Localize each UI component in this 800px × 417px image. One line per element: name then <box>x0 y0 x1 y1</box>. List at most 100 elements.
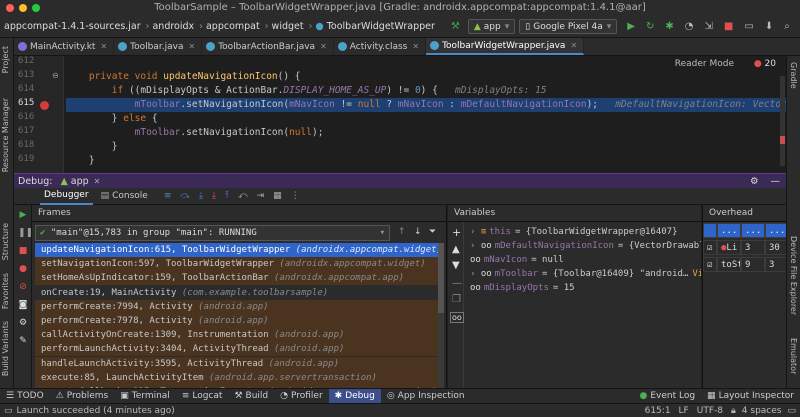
todo-tool-button[interactable]: ☰ TODO <box>0 389 50 404</box>
breadcrumb-appcompat[interactable]: appcompat <box>206 21 260 32</box>
settings-icon[interactable]: ⚙ <box>750 176 759 187</box>
terminal-tool-button[interactable]: ▣ Terminal <box>114 389 176 404</box>
build-variants-tool-tab[interactable]: Build Variants <box>1 321 10 376</box>
drop-frame-icon[interactable]: ⤺ <box>238 191 248 201</box>
step-into-icon[interactable]: ⤓ <box>199 191 203 201</box>
frame-row[interactable]: performCreate:7978, Activity (android.ap… <box>35 314 438 328</box>
close-icon[interactable]: ✕ <box>570 41 577 50</box>
hammer-icon[interactable]: ⚒ <box>447 19 464 35</box>
minimize-window-icon[interactable] <box>19 4 27 12</box>
run-config-select[interactable]: ▲ app ▾ <box>467 19 516 34</box>
file-encoding[interactable]: UTF-8 <box>697 406 723 416</box>
up-icon[interactable]: ▲ <box>452 244 460 255</box>
expand-arrow-icon[interactable]: › <box>470 269 481 279</box>
frame-row[interactable]: setHomeAsUpIndicator:159, ToolbarActionB… <box>35 271 438 286</box>
profile-icon[interactable]: ◔ <box>681 19 698 35</box>
tab-debugger[interactable]: Debugger <box>40 188 93 205</box>
close-icon[interactable]: ✕ <box>100 42 107 51</box>
stop-icon[interactable]: ■ <box>18 246 28 256</box>
thread-select[interactable]: ✔ "main"@15,783 in group "main": RUNNING… <box>35 225 390 241</box>
debug-icon[interactable]: ✱ <box>661 19 677 35</box>
camera-icon[interactable]: ◙ <box>18 300 28 310</box>
variable-row[interactable]: › ≡ this = {ToolbarWidgetWrapper@16407} <box>470 225 678 239</box>
gradle-tool-tab[interactable]: Gradle <box>789 62 798 89</box>
frame-row[interactable]: performCreate:7994, Activity (android.ap… <box>35 299 438 314</box>
tab-console[interactable]: ▤ Console <box>101 191 148 201</box>
app-inspection-tool-button[interactable]: ◎ App Inspection <box>381 389 471 404</box>
structure-tool-tab[interactable]: Structure <box>1 223 10 260</box>
search-icon[interactable]: ⌕ <box>780 19 794 35</box>
logcat-tool-button[interactable]: ≡ Logcat <box>176 389 229 404</box>
device-select[interactable]: ▯ Google Pixel 4a ▾ <box>519 19 618 34</box>
show-execution-point-icon[interactable]: ≡ <box>164 191 172 201</box>
frame-row[interactable]: onCreate:19, MainActivity (com.example.t… <box>35 285 438 300</box>
close-icon[interactable]: ✕ <box>188 42 195 51</box>
line-separator[interactable]: LF <box>679 406 689 416</box>
readonly-lock-icon[interactable]: 🔒︎ <box>731 406 736 416</box>
add-watch-icon[interactable]: + <box>452 226 461 239</box>
editor-scrollbar[interactable] <box>780 76 785 166</box>
close-icon[interactable]: ✕ <box>94 177 101 186</box>
run-to-cursor-icon[interactable]: ⇥ <box>257 191 265 201</box>
resource-manager-tool-tab[interactable]: Resource Manager <box>1 98 10 172</box>
breadcrumb-class[interactable]: ● ToolbarWidgetWrapper <box>315 21 435 32</box>
stop-icon[interactable]: ■ <box>720 19 737 35</box>
build-tool-button[interactable]: ⚒ Build <box>228 389 274 404</box>
frame-row[interactable]: performLaunchActivity:3404, ActivityThre… <box>35 342 438 357</box>
more-icon[interactable]: ⋮ <box>291 191 300 201</box>
tab-toolbar-java[interactable]: Toolbar.java ✕ <box>114 38 203 55</box>
favorites-tool-tab[interactable]: Favorites <box>1 273 10 309</box>
tab-activity-class[interactable]: Activity.class ✕ <box>334 38 427 55</box>
pause-icon[interactable]: ❚❚ <box>18 228 33 238</box>
frame-row[interactable]: callActivityOnCreate:1309, Instrumentati… <box>35 328 438 343</box>
down-arrow-icon[interactable]: ↓ <box>414 227 422 237</box>
variable-row[interactable]: › oo mToolbar = {Toolbar@16409} "android… V… <box>470 267 701 281</box>
tab-toolbarwidgetwrapper-java[interactable]: ToolbarWidgetWrapper.java ✕ <box>426 38 585 55</box>
apply-changes-icon[interactable]: ↻ <box>642 19 658 35</box>
breakpoint-icon[interactable] <box>40 101 49 110</box>
view-link[interactable]: View <box>692 269 701 279</box>
close-icon[interactable]: ✕ <box>412 42 419 51</box>
debug-tool-button[interactable]: ✱ Debug <box>328 388 381 404</box>
profiler-tool-button[interactable]: ◔ Profiler <box>274 389 329 404</box>
breadcrumb-androidx[interactable]: androidx <box>152 21 194 32</box>
debug-session-tab[interactable]: ▲ app ✕ <box>60 176 100 187</box>
frame-row[interactable]: setNavigationIcon:597, ToolbarWidgetWrap… <box>35 257 438 272</box>
frame-row[interactable]: execute:85, LaunchActivityItem (android.… <box>35 370 438 385</box>
layout-inspector-tool-button[interactable]: ▦ Layout Inspector <box>701 389 800 404</box>
down-icon[interactable]: ▼ <box>452 260 460 271</box>
step-over-icon[interactable]: ⤼ <box>180 191 190 201</box>
tab-mainactivity-kt[interactable]: MainActivity.kt ✕ <box>14 38 115 55</box>
overhead-col-header[interactable]: ... <box>765 223 786 238</box>
error-indicator[interactable]: ● 20 <box>754 59 776 69</box>
close-window-icon[interactable] <box>6 4 14 12</box>
tab-toolbaractionbar-java[interactable]: ToolbarActionBar.java ✕ <box>202 38 334 55</box>
project-tool-tab[interactable]: Project <box>1 46 10 73</box>
pin-icon[interactable]: ✎ <box>18 336 28 346</box>
memory-indicator-icon[interactable]: ▭ <box>787 406 796 416</box>
maximize-window-icon[interactable] <box>32 4 40 12</box>
frame-row[interactable]: handleLaunchActivity:3595, ActivityThrea… <box>35 356 438 371</box>
run-icon[interactable]: ▶ <box>623 19 639 35</box>
view-breakpoints-icon[interactable]: ● <box>18 264 28 274</box>
force-step-into-icon[interactable]: ⤓ <box>212 191 216 201</box>
up-arrow-icon[interactable]: ↑ <box>398 227 406 237</box>
event-log-tool-button[interactable]: ● Event Log <box>633 389 701 404</box>
show-watches-icon[interactable]: oo <box>450 312 464 323</box>
remove-icon[interactable]: — <box>452 278 462 289</box>
code-editor[interactable]: 612 613 614 615 616 617 618 619 ⊖ privat… <box>14 56 786 173</box>
scroll-thumb[interactable] <box>438 243 444 313</box>
frames-scrollbar[interactable] <box>438 243 444 388</box>
resume-icon[interactable]: ▶ <box>18 210 28 220</box>
hide-icon[interactable]: — <box>771 176 781 187</box>
settings-icon[interactable]: ⚙ <box>18 318 28 328</box>
filter-icon[interactable]: ⏷ <box>429 227 436 237</box>
error-stripe-mark[interactable] <box>780 136 785 144</box>
step-out-icon[interactable]: ⤒ <box>225 191 229 201</box>
sdk-manager-icon[interactable]: ⬇ <box>761 19 777 35</box>
fold-icon[interactable]: ⊖ <box>52 71 59 80</box>
status-message[interactable]: Launch succeeded (4 minutes ago) <box>17 406 175 416</box>
mute-breakpoints-icon[interactable]: ⊘ <box>18 282 28 292</box>
caret-position[interactable]: 615:1 <box>645 406 671 416</box>
evaluate-expression-icon[interactable]: ▦ <box>273 191 282 201</box>
